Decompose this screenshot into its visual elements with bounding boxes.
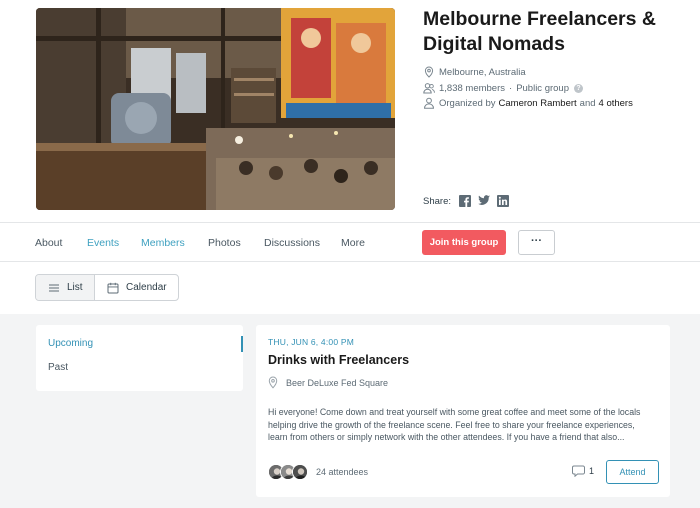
view-toggle: List Calendar [35,274,179,301]
list-icon [48,282,60,294]
members-icon [423,82,435,94]
avatar [292,464,308,480]
filter-upcoming[interactable]: Upcoming [48,338,93,349]
location-pin-icon [268,376,280,389]
group-organizers: Organized by Cameron Rambert and 4 other… [423,97,633,109]
organized-by-label: Organized by [439,97,496,109]
attendee-avatars [268,464,308,480]
twitter-icon[interactable] [478,195,490,207]
help-icon[interactable]: ? [574,83,583,93]
group-location: Melbourne, Australia [423,66,526,78]
tab-discussions[interactable]: Discussions [264,237,320,249]
organizer-joiner: and [579,97,596,109]
group-title: Melbourne Freelancers & Digital Nomads [423,8,656,55]
join-group-button[interactable]: Join this group [422,230,506,255]
calendar-view-button[interactable]: Calendar [95,275,178,300]
calendar-view-label: Calendar [126,282,167,293]
event-venue-text: Beer DeLuxe Fed Square [286,377,389,388]
share-label: Share: [423,195,451,207]
tab-events[interactable]: Events [87,237,119,249]
event-venue: Beer DeLuxe Fed Square [268,376,388,389]
tab-members[interactable]: Members [141,237,185,249]
filter-past[interactable]: Past [48,362,68,373]
members-count-link[interactable]: 1,838 members [439,83,505,94]
tab-photos[interactable]: Photos [208,237,241,249]
tab-more[interactable]: More [341,237,365,249]
event-title[interactable]: Drinks with Freelancers [268,353,409,367]
event-date: THU, JUN 6, 4:00 PM [268,337,354,347]
comment-count-text: 1 [589,466,595,476]
group-visibility: Public group [516,82,569,94]
attend-button[interactable]: Attend [606,460,659,484]
event-filter-panel: Upcoming Past [36,325,243,391]
linkedin-icon[interactable] [497,195,509,207]
selected-indicator [241,336,243,352]
organizer-link[interactable]: Cameron Rambert [499,98,577,109]
event-card[interactable]: THU, JUN 6, 4:00 PM Drinks with Freelanc… [256,325,670,497]
share-row: Share: [423,195,509,207]
group-cover-photo [36,8,395,210]
calendar-icon [107,282,119,294]
list-view-label: List [67,282,83,293]
more-options-button[interactable]: ··· [518,230,555,255]
meta-separator: · [509,82,513,94]
group-members-info: 1,838 members · Public group ? [423,82,583,94]
other-organizers-link[interactable]: 4 others [599,98,633,109]
location-text: Melbourne, Australia [439,66,526,78]
list-view-button[interactable]: List [36,275,95,300]
organizer-icon [423,97,435,109]
event-description: Hi everyone! Come down and treat yoursel… [268,407,641,442]
tab-about[interactable]: About [35,237,62,249]
comment-icon [572,465,585,477]
comments-count[interactable]: 1 [572,465,594,477]
attendee-count[interactable]: 24 attendees [316,467,368,477]
facebook-icon[interactable] [459,195,471,207]
location-pin-icon [423,66,435,78]
